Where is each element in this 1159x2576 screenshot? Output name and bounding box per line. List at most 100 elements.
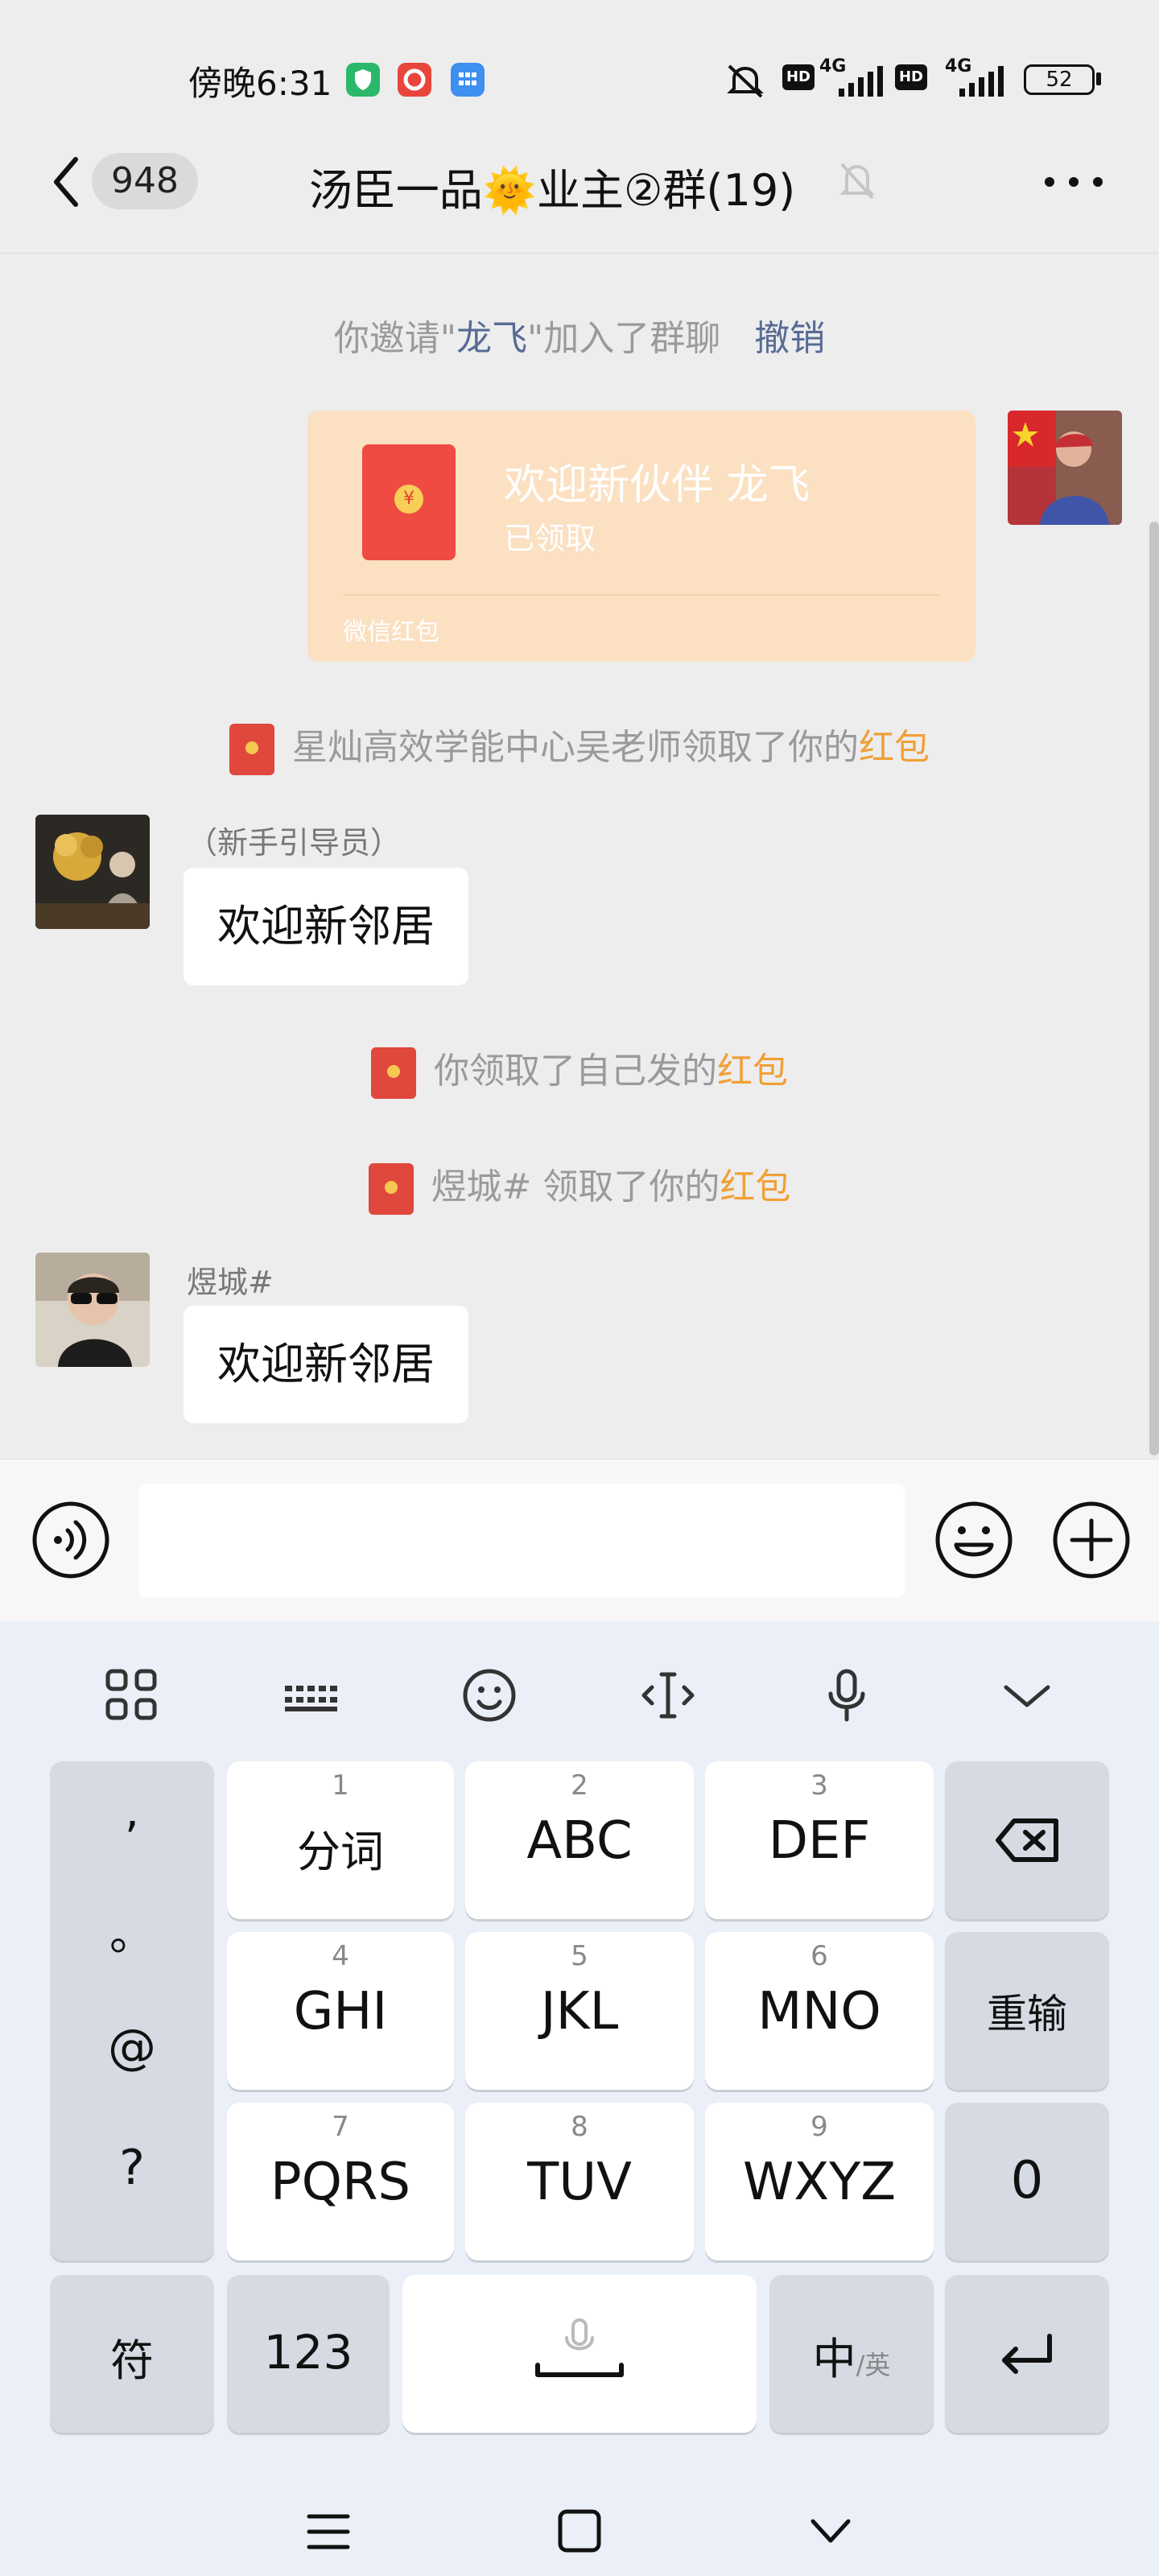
lang-sub: /英 (856, 2350, 891, 2380)
key-9-wxyz[interactable]: 9 WXYZ (705, 2103, 934, 2260)
back-nav-icon[interactable] (808, 2512, 853, 2552)
message-bubble-2[interactable]: 欢迎新邻居 (184, 1306, 468, 1423)
red-packet-card[interactable]: ¥ 欢迎新伙伴 龙飞 已领取 微信红包 (307, 411, 975, 662)
microphone-icon[interactable] (815, 1663, 879, 1728)
more-options-icon[interactable] (1045, 177, 1103, 187)
home-nav-icon[interactable] (557, 2508, 602, 2553)
question-key[interactable]: ? (50, 2140, 214, 2196)
key-3-def[interactable]: 3 DEF (705, 1761, 934, 1919)
mute-bell-icon (839, 163, 875, 200)
guide-avatar[interactable] (35, 815, 150, 929)
key-number: 5 (571, 1940, 588, 1972)
red-packet-link-3[interactable]: 红包 (720, 1166, 790, 1208)
voice-input-icon[interactable] (31, 1500, 111, 1580)
punctuation-column[interactable]: , 。 @ ? (50, 1761, 214, 2260)
message-bubble-1[interactable]: 欢迎新邻居 (184, 868, 468, 985)
invite-prefix: 你邀请" (333, 318, 456, 359)
key-label: ABC (526, 1811, 633, 1871)
c-app-icon (398, 63, 431, 97)
cursor-move-icon[interactable] (636, 1663, 700, 1728)
key-label: GHI (293, 1982, 388, 2041)
zero-key[interactable]: 0 (945, 2103, 1109, 2260)
period-key[interactable]: 。 (50, 1898, 214, 1963)
system-nav-bar (0, 2439, 1159, 2576)
backspace-icon (996, 1818, 1058, 1862)
key-label: 0 (1010, 2151, 1044, 2211)
claim-message-1: 星灿高效学能中心吴老师领取了你的红包 (0, 718, 1159, 775)
yucheng-avatar[interactable] (35, 1253, 150, 1367)
emoji-keyboard-icon[interactable] (457, 1663, 522, 1728)
my-avatar[interactable] (1008, 411, 1122, 525)
message-input[interactable] (138, 1484, 905, 1598)
status-bar: 傍晚6:31 HD 4G HD 4G 52 (0, 0, 1159, 153)
hd-badge-2: HD (895, 64, 927, 90)
red-packet-footer: 微信红包 (343, 618, 439, 646)
hd-badge-1: HD (782, 64, 815, 90)
signal-icon-2 (959, 66, 1004, 97)
shield-app-icon (346, 63, 380, 97)
red-packet-title: 欢迎新伙伴 龙飞 (504, 461, 810, 510)
key-1-fenci[interactable]: 1 分词 (227, 1761, 454, 1919)
chat-title: 汤臣一品🌞业主②群(19) (308, 165, 796, 216)
comma-key[interactable]: , (50, 1785, 214, 1838)
revoke-link[interactable]: 撤销 (754, 318, 825, 359)
key-8-tuv[interactable]: 8 TUV (465, 2103, 694, 2260)
key-2-abc[interactable]: 2 ABC (465, 1761, 694, 1919)
key-number: 1 (332, 1769, 349, 1802)
language-switch-key[interactable]: 中/英 (769, 2275, 934, 2433)
apps-grid-icon[interactable] (100, 1663, 164, 1728)
key-number: 9 (810, 2111, 828, 2143)
key-number: 2 (571, 1769, 588, 1802)
chat-scrollbar[interactable] (1149, 522, 1159, 1455)
key-5-jkl[interactable]: 5 JKL (465, 1932, 694, 2090)
emoji-icon[interactable] (934, 1500, 1014, 1580)
invited-user-name[interactable]: 龙飞 (456, 318, 527, 359)
bell-off-icon (727, 64, 764, 98)
status-time: 傍晚6:31 (188, 64, 332, 103)
claim-message-3: 煜城# 领取了你的红包 (0, 1158, 1159, 1215)
symbols-key[interactable]: 符 (50, 2275, 214, 2433)
red-packet-mini-icon (368, 1163, 414, 1215)
battery-tip (1096, 72, 1101, 85)
red-packet-link-1[interactable]: 红包 (859, 727, 930, 768)
red-packet-icon: ¥ (362, 444, 456, 560)
language-label: 中/英 (769, 2323, 934, 2387)
key-label: WXYZ (742, 2153, 897, 2212)
battery-indicator: 52 (1024, 64, 1095, 95)
enter-icon (1002, 2334, 1052, 2374)
invite-suffix: "加入了群聊 (527, 318, 721, 359)
key-6-mno[interactable]: 6 MNO (705, 1932, 934, 2090)
sender-name-1: （新手引导员） (187, 825, 402, 861)
input-bar (0, 1459, 1159, 1621)
key-label: DEF (768, 1811, 871, 1871)
key-label: 重输 (987, 1991, 1067, 2037)
plus-icon[interactable] (1051, 1500, 1132, 1580)
backspace-key[interactable] (945, 1761, 1109, 1919)
key-4-ghi[interactable]: 4 GHI (227, 1932, 454, 2090)
red-packet-coin: ¥ (394, 485, 423, 514)
enter-key[interactable] (945, 2275, 1109, 2433)
lang-main: 中 (812, 2334, 856, 2384)
red-packet-mini-icon (229, 724, 274, 775)
claim-text-1: 星灿高效学能中心吴老师领取了你的 (292, 727, 859, 768)
key-number: 6 (810, 1940, 828, 1972)
red-packet-mini-icon (371, 1047, 416, 1099)
space-key[interactable] (402, 2275, 757, 2433)
key-number: 3 (810, 1769, 828, 1802)
key-number: 4 (332, 1940, 349, 1972)
claim-text-3: 煜城# 领取了你的 (431, 1166, 720, 1208)
keyboard: , 。 @ ? 1 分词 2 ABC 3 DEF 4 GHI 5 JKL 6 M… (0, 1621, 1159, 2576)
signal-icon-1 (839, 66, 883, 97)
at-key[interactable]: @ (50, 2019, 214, 2075)
numbers-key[interactable]: 123 (227, 2275, 390, 2433)
key-label: JKL (540, 1982, 619, 2041)
key-7-pqrs[interactable]: 7 PQRS (227, 2103, 454, 2260)
red-packet-divider (343, 594, 940, 596)
key-label: MNO (757, 1982, 881, 2041)
menu-nav-icon[interactable] (306, 2512, 351, 2552)
keyboard-layout-icon[interactable] (278, 1663, 343, 1728)
reenter-key[interactable]: 重输 (945, 1932, 1109, 2090)
collapse-keyboard-icon[interactable] (995, 1663, 1059, 1728)
red-packet-link-2[interactable]: 红包 (717, 1051, 788, 1092)
key-label: 123 (263, 2325, 353, 2380)
